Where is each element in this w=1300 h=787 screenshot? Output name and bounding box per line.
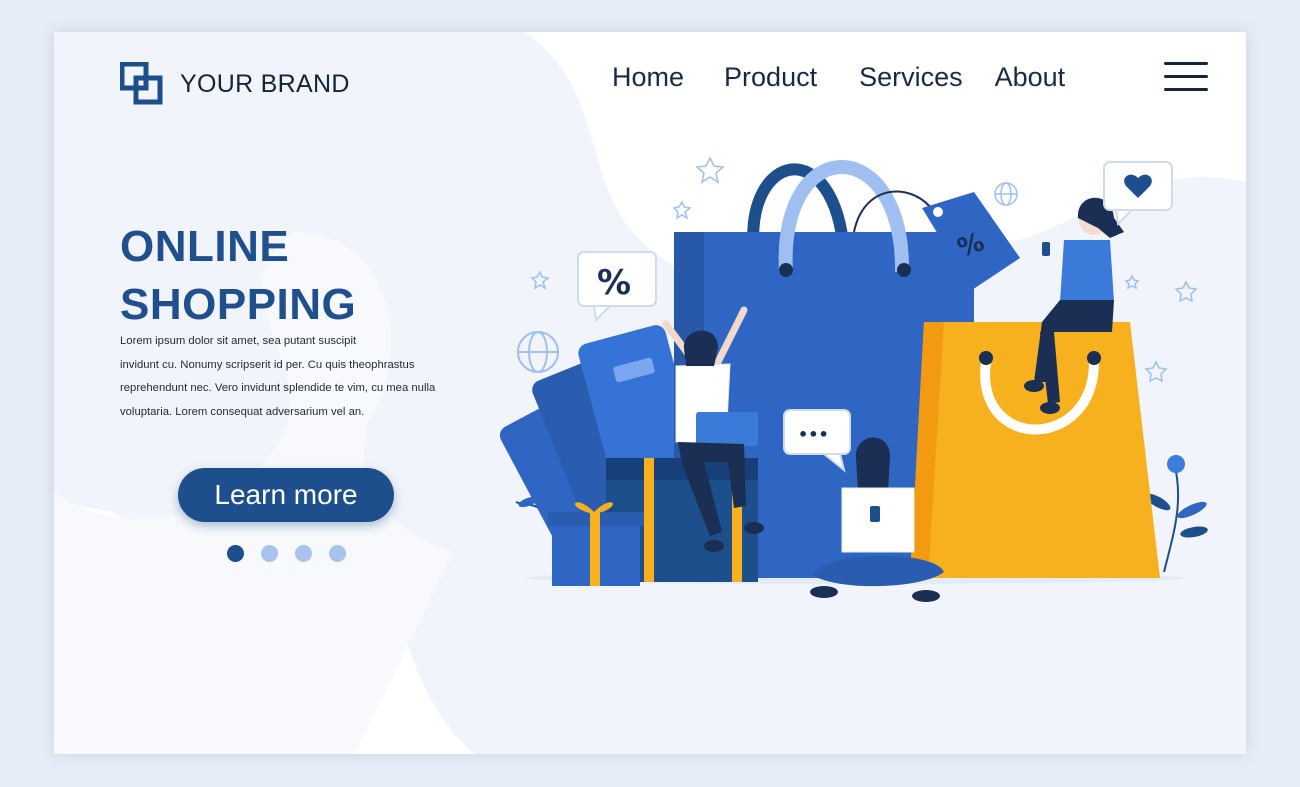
globe-icon <box>517 331 559 373</box>
landing-page-frame: YOUR BRAND Home Product Services About O… <box>54 32 1246 754</box>
chat-dots: ••• <box>798 425 829 444</box>
shopping-illustration: % % ••• <box>499 156 1208 602</box>
globe-icon <box>994 182 1018 206</box>
gift-box-icon <box>548 502 644 586</box>
shopping-bag-icon <box>910 322 1160 578</box>
discount-bubble-icon: % <box>577 251 657 323</box>
discount-percent: % <box>597 263 631 303</box>
heart-bubble-icon <box>1103 161 1173 227</box>
